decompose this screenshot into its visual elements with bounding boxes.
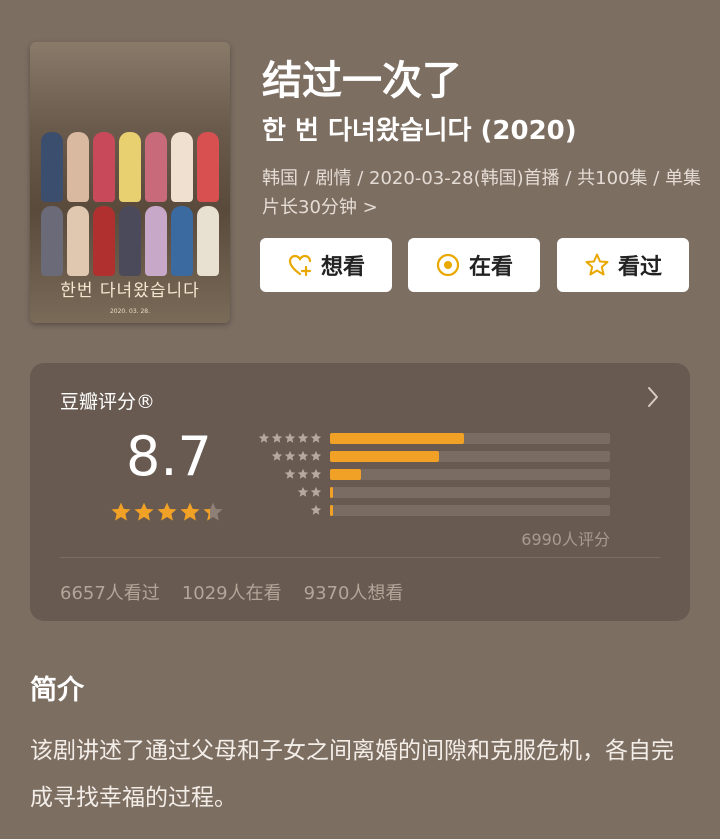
bar-stars	[250, 486, 322, 498]
small-star-icon	[284, 432, 296, 443]
original-title: 한 번 다녀왔습니다 (2020)	[262, 116, 577, 146]
star-icon	[203, 502, 223, 521]
intro-heading: 简介	[30, 675, 84, 706]
watched-button-label: 看过	[617, 255, 662, 280]
poster-title: 한번 다녀왔습니다	[60, 281, 200, 301]
bar-track	[330, 486, 610, 498]
small-star-icon	[284, 450, 296, 461]
heart-plus-icon	[288, 254, 312, 277]
watched-count: 6657人看过	[60, 583, 160, 604]
meta-info-link[interactable]: 韩国 / 剧情 / 2020-03-28(韩国)首播 / 共100集 / 单集片…	[262, 164, 702, 222]
watching-button[interactable]: 在看	[408, 238, 540, 292]
small-star-icon	[310, 450, 322, 461]
poster-image[interactable]: 한번 다녀왔습니다 2020. 03. 28.	[30, 42, 230, 323]
small-star-icon	[310, 486, 322, 497]
rating-label: 豆瓣评分®	[60, 391, 156, 413]
divider	[60, 557, 660, 558]
stats-row: 6657人看过 1029人在看 9370人想看	[60, 579, 403, 605]
bar-track	[330, 450, 610, 462]
small-star-icon	[258, 432, 270, 443]
watched-button[interactable]: 看过	[557, 238, 689, 292]
bar-track	[330, 432, 610, 444]
want-button[interactable]: 想看	[260, 238, 392, 292]
want-button-label: 想看	[320, 255, 365, 280]
rating-bar-row	[250, 429, 610, 447]
rating-bar-row	[250, 483, 610, 501]
rating-bar	[330, 432, 465, 444]
star-icon	[111, 502, 131, 521]
want-count: 9370人想看	[303, 583, 404, 604]
page-title: 结过一次了	[262, 58, 462, 104]
rating-distribution	[250, 429, 610, 519]
small-star-icon	[297, 468, 309, 479]
poster-cast	[38, 132, 222, 292]
star-icon	[180, 502, 200, 521]
star-outline-icon	[585, 253, 609, 276]
rating-score: 8.7	[126, 425, 212, 488]
watching-button-label: 在看	[468, 255, 513, 280]
watching-count: 1029人在看	[181, 583, 282, 604]
poster-date: 2020. 03. 28.	[109, 308, 151, 315]
bar-stars	[250, 432, 322, 444]
rating-bar-row	[250, 501, 610, 519]
small-star-icon	[271, 432, 283, 443]
intro-text: 该剧讲述了通过父母和子女之间离婚的间隙和克服危机，各自完成寻找幸福的过程。	[30, 738, 674, 811]
small-star-icon	[297, 432, 309, 443]
rating-bar-row	[250, 465, 610, 483]
star-icon	[134, 502, 154, 521]
small-star-icon	[310, 468, 322, 479]
small-star-icon	[310, 504, 322, 515]
rating-bar	[330, 450, 440, 462]
bar-stars	[250, 468, 322, 480]
small-star-icon	[297, 486, 309, 497]
small-star-icon	[284, 468, 296, 479]
eye-icon	[436, 253, 460, 277]
bar-track	[330, 504, 610, 516]
small-star-icon	[310, 432, 322, 443]
rating-bar	[330, 468, 361, 480]
small-star-icon	[271, 450, 283, 461]
bar-stars	[250, 450, 322, 462]
bar-track	[330, 468, 610, 480]
chevron-right-icon[interactable]	[646, 385, 660, 409]
rating-bar	[330, 504, 333, 516]
rating-card[interactable]: 豆瓣评分® 8.7 6990人评分 6657人看过 1029人在看 9370人想…	[30, 363, 690, 621]
rating-bar-row	[250, 447, 610, 465]
star-icon	[157, 502, 177, 521]
rating-stars	[110, 501, 224, 523]
bar-stars	[250, 504, 322, 516]
rating-count: 6990人评分	[521, 530, 610, 549]
rating-bar	[330, 486, 333, 498]
small-star-icon	[297, 450, 309, 461]
